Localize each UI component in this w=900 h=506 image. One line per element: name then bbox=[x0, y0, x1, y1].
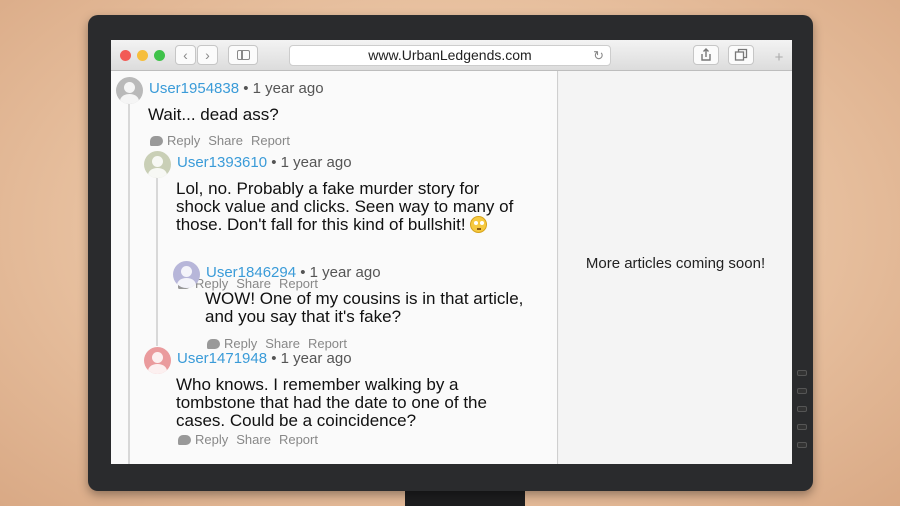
comment: User1954838 • 1 year ago Wait... dead as… bbox=[116, 77, 536, 148]
coming-soon-message: More articles coming soon! bbox=[585, 255, 766, 272]
url-text: www.UrbanLedgends.com bbox=[368, 47, 532, 63]
username-link[interactable]: User1954838 bbox=[149, 80, 239, 97]
comment-text: WOW! One of my cousins is in that articl… bbox=[205, 289, 524, 326]
comment-bubble-icon bbox=[178, 435, 191, 445]
comment-meta: User1393610 • 1 year ago bbox=[177, 154, 352, 171]
chevron-right-icon: › bbox=[205, 47, 210, 63]
comment-meta: User1471948 • 1 year ago bbox=[177, 350, 352, 367]
tabs-icon bbox=[734, 48, 748, 61]
chevron-left-icon: ‹ bbox=[183, 47, 188, 63]
comment: User1471948 • 1 year ago Who knows. I re… bbox=[144, 347, 554, 457]
comment-time: • 1 year ago bbox=[271, 350, 352, 367]
comment-meta: User1954838 • 1 year ago bbox=[149, 80, 324, 97]
username-link[interactable]: User1846294 bbox=[206, 264, 296, 281]
username-link[interactable]: User1393610 bbox=[177, 154, 267, 171]
comment-text: Who knows. I remember walking by a tombs… bbox=[176, 375, 487, 430]
report-link[interactable]: Report bbox=[251, 133, 290, 148]
avatar[interactable] bbox=[116, 77, 143, 104]
tabs-overview-button[interactable] bbox=[728, 45, 754, 65]
address-bar[interactable]: www.UrbanLedgends.com ↻ bbox=[289, 45, 611, 66]
thread-line bbox=[128, 98, 130, 464]
comment-section: User1954838 • 1 year ago Wait... dead as… bbox=[111, 71, 558, 464]
reply-link[interactable]: Reply bbox=[167, 133, 200, 148]
comment-time: • 1 year ago bbox=[271, 154, 352, 171]
reload-icon[interactable]: ↻ bbox=[593, 46, 604, 65]
share-link[interactable]: Share bbox=[236, 432, 271, 447]
share-button[interactable] bbox=[693, 45, 719, 65]
monitor-button[interactable] bbox=[797, 388, 807, 394]
forward-button[interactable]: › bbox=[197, 45, 218, 65]
comment-text: Wait... dead ass? bbox=[148, 105, 279, 124]
reply-link[interactable]: Reply bbox=[195, 432, 228, 447]
minimize-window-button[interactable] bbox=[137, 50, 148, 61]
monitor-button[interactable] bbox=[797, 442, 807, 448]
comment: User1393610 • 1 year ago Lol, no. Probab… bbox=[144, 151, 554, 291]
comment-text: Lol, no. Probably a fake murder story fo… bbox=[176, 180, 521, 234]
username-link[interactable]: User1471948 bbox=[177, 350, 267, 367]
close-window-button[interactable] bbox=[120, 50, 131, 61]
avatar[interactable] bbox=[144, 151, 171, 178]
comment-time: • 1 year ago bbox=[243, 80, 324, 97]
comment-time: • 1 year ago bbox=[300, 264, 381, 281]
new-tab-button[interactable]: + bbox=[769, 48, 789, 68]
share-icon bbox=[701, 48, 711, 61]
comment-actions: Reply Share Report bbox=[150, 133, 298, 148]
eye-roll-emoji-icon bbox=[470, 216, 488, 233]
comment-text-body: Lol, no. Probably a fake murder story fo… bbox=[176, 179, 514, 234]
comment: User1846294 • 1 year ago WOW! One of my … bbox=[173, 261, 553, 351]
monitor-buttons bbox=[797, 370, 807, 448]
sidebar-icon bbox=[237, 50, 250, 60]
comment-meta: User1846294 • 1 year ago bbox=[206, 264, 381, 281]
comment-actions: Reply Share Report bbox=[178, 432, 326, 447]
browser-toolbar: ‹ › www.UrbanLedgends.com ↻ + bbox=[111, 40, 792, 71]
monitor-button[interactable] bbox=[797, 370, 807, 376]
side-panel: More articles coming soon! bbox=[559, 71, 792, 464]
avatar[interactable] bbox=[173, 261, 200, 288]
monitor-button[interactable] bbox=[797, 406, 807, 412]
share-link[interactable]: Share bbox=[208, 133, 243, 148]
avatar[interactable] bbox=[144, 347, 171, 374]
sidebar-toggle-button[interactable] bbox=[228, 45, 258, 65]
back-button[interactable]: ‹ bbox=[175, 45, 196, 65]
browser-window: ‹ › www.UrbanLedgends.com ↻ + User195483… bbox=[111, 40, 792, 464]
comment-bubble-icon bbox=[150, 136, 163, 146]
monitor-button[interactable] bbox=[797, 424, 807, 430]
monitor-stand bbox=[405, 489, 525, 506]
zoom-window-button[interactable] bbox=[154, 50, 165, 61]
report-link[interactable]: Report bbox=[279, 432, 318, 447]
